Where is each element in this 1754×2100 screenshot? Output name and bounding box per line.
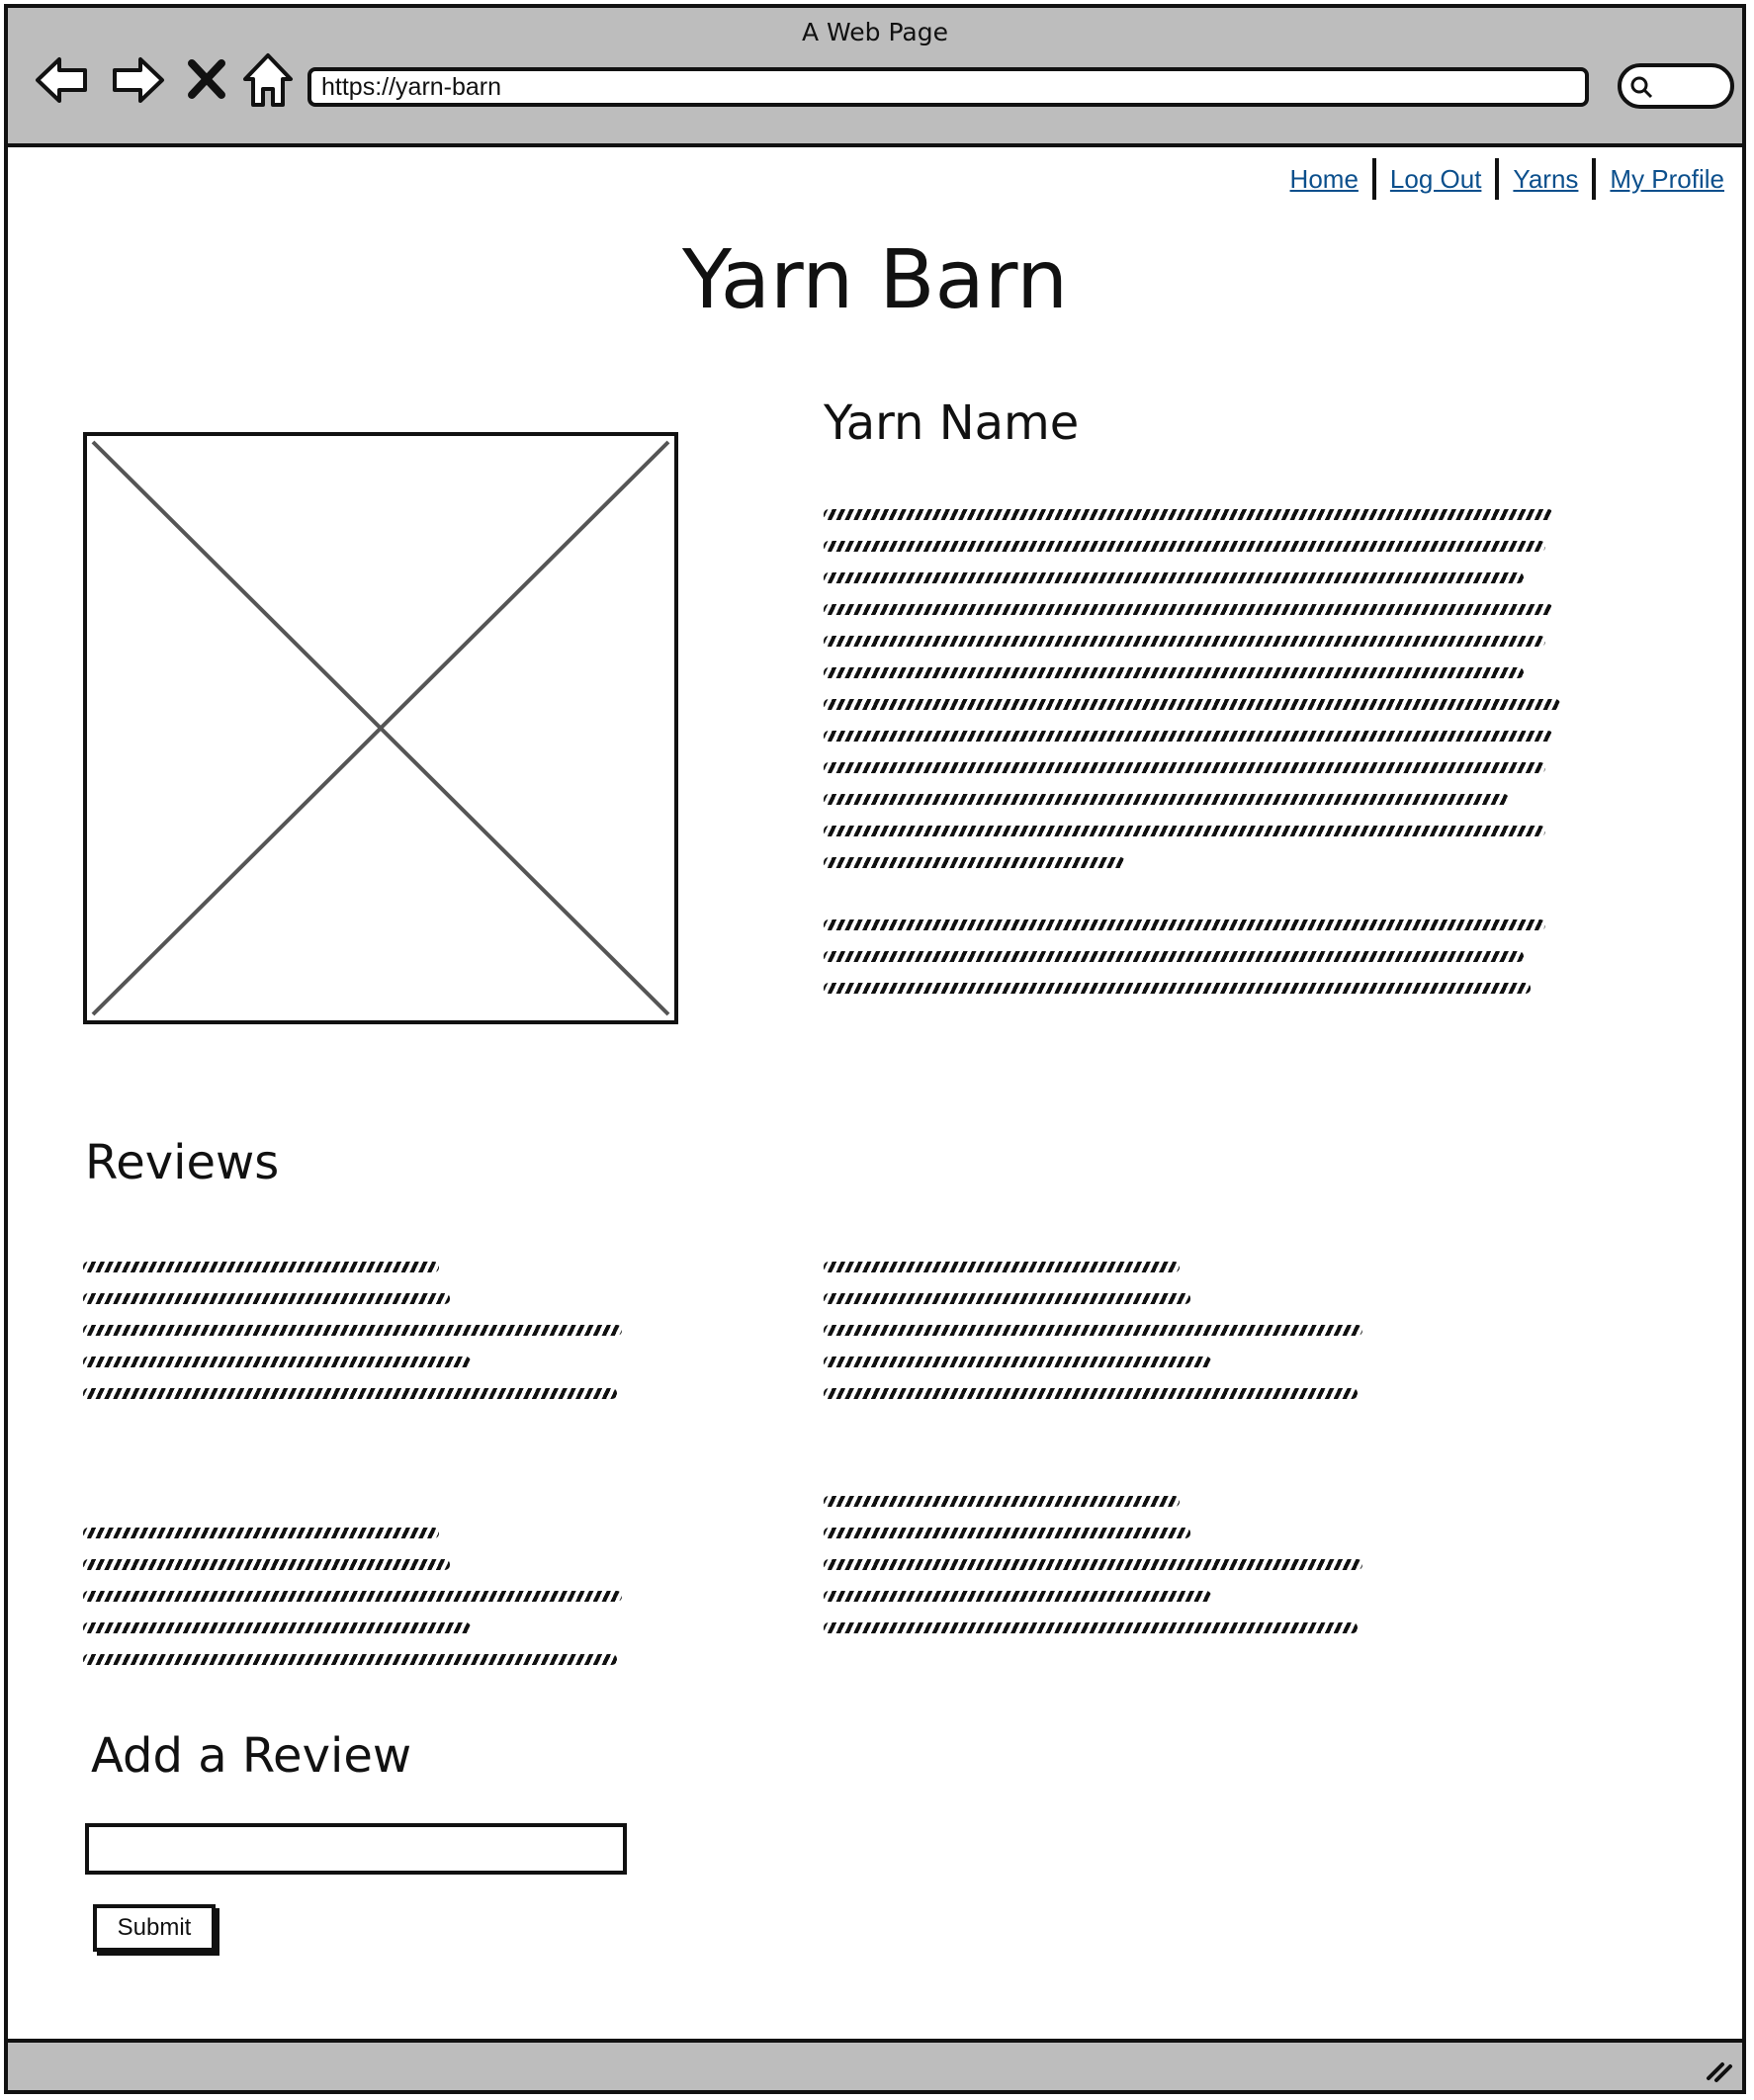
reviews-heading: Reviews [85, 1135, 280, 1190]
text-line [824, 636, 1546, 647]
text-line [824, 541, 1546, 552]
text-line [824, 699, 1560, 710]
text-line [824, 667, 1524, 678]
review-text [83, 1262, 622, 1420]
text-line [824, 1559, 1362, 1570]
nav-link-log-out[interactable]: Log Out [1376, 164, 1496, 195]
text-line [824, 1325, 1362, 1336]
text-line [83, 1356, 472, 1367]
submit-button[interactable]: Submit [93, 1904, 216, 1952]
text-line [824, 951, 1524, 962]
text-line [824, 794, 1509, 805]
nav-link-home[interactable]: Home [1276, 164, 1372, 195]
text-line [824, 604, 1553, 615]
text-line [83, 1559, 450, 1570]
text-line [824, 1528, 1190, 1538]
search-icon [1630, 76, 1653, 99]
text-line [83, 1293, 450, 1304]
text-line [824, 1388, 1358, 1399]
stop-icon[interactable] [184, 51, 229, 109]
text-line [824, 857, 1126, 868]
review-text [83, 1528, 622, 1686]
text-line [824, 1262, 1180, 1272]
text-line [83, 1388, 617, 1399]
site-title: Yarn Barn [681, 233, 1069, 327]
yarn-description-paragraph [824, 509, 1560, 889]
text-line [824, 1591, 1212, 1602]
back-arrow-icon[interactable] [34, 51, 91, 109]
browser-search-input[interactable] [1618, 63, 1734, 109]
nav-link-yarns[interactable]: Yarns [1499, 164, 1592, 195]
text-line [824, 762, 1546, 773]
text-line [824, 1293, 1190, 1304]
text-line [83, 1654, 617, 1665]
browser-window: A Web Page https://yarn-barn Home Log Ou… [4, 4, 1746, 2094]
text-line [824, 731, 1553, 742]
url-input[interactable]: https://yarn-barn [307, 67, 1589, 107]
review-text [824, 1496, 1362, 1654]
resize-grip-icon[interactable] [1703, 2053, 1734, 2084]
home-icon[interactable] [239, 51, 297, 109]
review-text [824, 1262, 1362, 1420]
yarn-image-placeholder [83, 432, 678, 1024]
forward-arrow-icon[interactable] [109, 51, 166, 109]
status-bar [8, 2039, 1742, 2090]
yarn-name-heading: Yarn Name [824, 395, 1080, 451]
text-line [83, 1528, 439, 1538]
text-line [824, 509, 1553, 520]
yarn-description-paragraph [824, 919, 1560, 1014]
text-line [83, 1325, 622, 1336]
add-review-heading: Add a Review [91, 1728, 412, 1784]
text-line [83, 1591, 622, 1602]
nav-link-my-profile[interactable]: My Profile [1596, 164, 1738, 195]
top-navigation: Home Log Out Yarns My Profile [1276, 158, 1738, 200]
text-line [824, 1356, 1212, 1367]
text-line [824, 1622, 1358, 1633]
text-line [83, 1622, 472, 1633]
text-line [83, 1262, 439, 1272]
text-line [824, 572, 1524, 583]
window-title: A Web Page [801, 18, 949, 46]
text-line [824, 919, 1546, 930]
text-line [824, 826, 1546, 836]
text-line [824, 1496, 1180, 1507]
browser-toolbar: A Web Page https://yarn-barn [8, 8, 1742, 147]
text-line [824, 983, 1532, 994]
review-input[interactable] [85, 1823, 627, 1875]
